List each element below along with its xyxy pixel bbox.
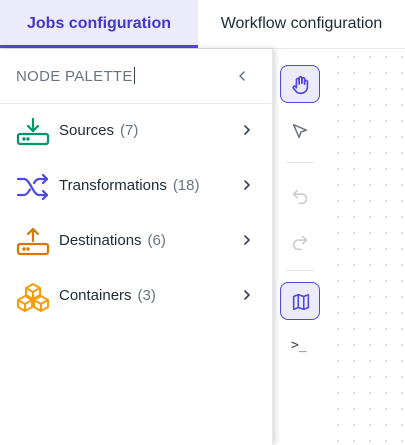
node-palette: NODE PALETTE Sources (7) Transformations… <box>0 49 273 445</box>
palette-item-containers[interactable]: Containers (3) <box>0 276 272 316</box>
hand-pan-icon <box>292 75 309 95</box>
redo-button[interactable] <box>280 223 320 261</box>
shuffle-icon <box>16 172 50 202</box>
palette-item-label: Containers (3) <box>59 287 156 304</box>
palette-item-label: Destinations (6) <box>59 232 166 249</box>
map-icon <box>292 293 310 311</box>
palette-item-transformations[interactable]: Transformations (18) <box>0 166 272 206</box>
tab-workflow-configuration[interactable]: Workflow configuration <box>198 0 405 48</box>
minimap-toggle-button[interactable] <box>280 282 320 320</box>
chevron-left-icon <box>239 71 245 81</box>
tab-jobs-configuration[interactable]: Jobs configuration <box>0 0 198 48</box>
pointer-select-icon <box>292 123 308 139</box>
tab-bar: Jobs configuration Workflow configuratio… <box>0 0 405 49</box>
canvas-toolbar: >_ <box>272 49 330 445</box>
workflow-canvas[interactable] <box>330 49 405 445</box>
sources-download-tray-icon <box>16 117 50 147</box>
chevron-right-icon <box>241 123 253 137</box>
chevron-right-icon <box>241 233 253 247</box>
terminal-icon[interactable]: >_ <box>291 338 313 358</box>
redo-icon <box>292 235 308 251</box>
node-palette-header: NODE PALETTE <box>0 49 272 104</box>
collapse-palette-button[interactable] <box>232 66 252 86</box>
undo-button[interactable] <box>280 177 320 215</box>
boxes-stack-icon <box>16 282 50 312</box>
palette-item-destinations[interactable]: Destinations (6) <box>0 221 272 261</box>
node-palette-title: NODE PALETTE <box>16 67 135 85</box>
select-tool-button[interactable] <box>280 113 320 151</box>
pan-tool-button[interactable] <box>280 65 320 103</box>
undo-icon <box>292 189 308 205</box>
chevron-right-icon <box>241 178 253 192</box>
chevron-right-icon <box>241 288 253 302</box>
toolbar-divider <box>286 162 314 163</box>
destinations-upload-tray-icon <box>16 227 50 257</box>
toolbar-divider <box>286 270 314 271</box>
palette-item-label: Transformations (18) <box>59 177 200 194</box>
palette-item-sources[interactable]: Sources (7) <box>0 111 272 151</box>
palette-item-label: Sources (7) <box>59 122 139 139</box>
